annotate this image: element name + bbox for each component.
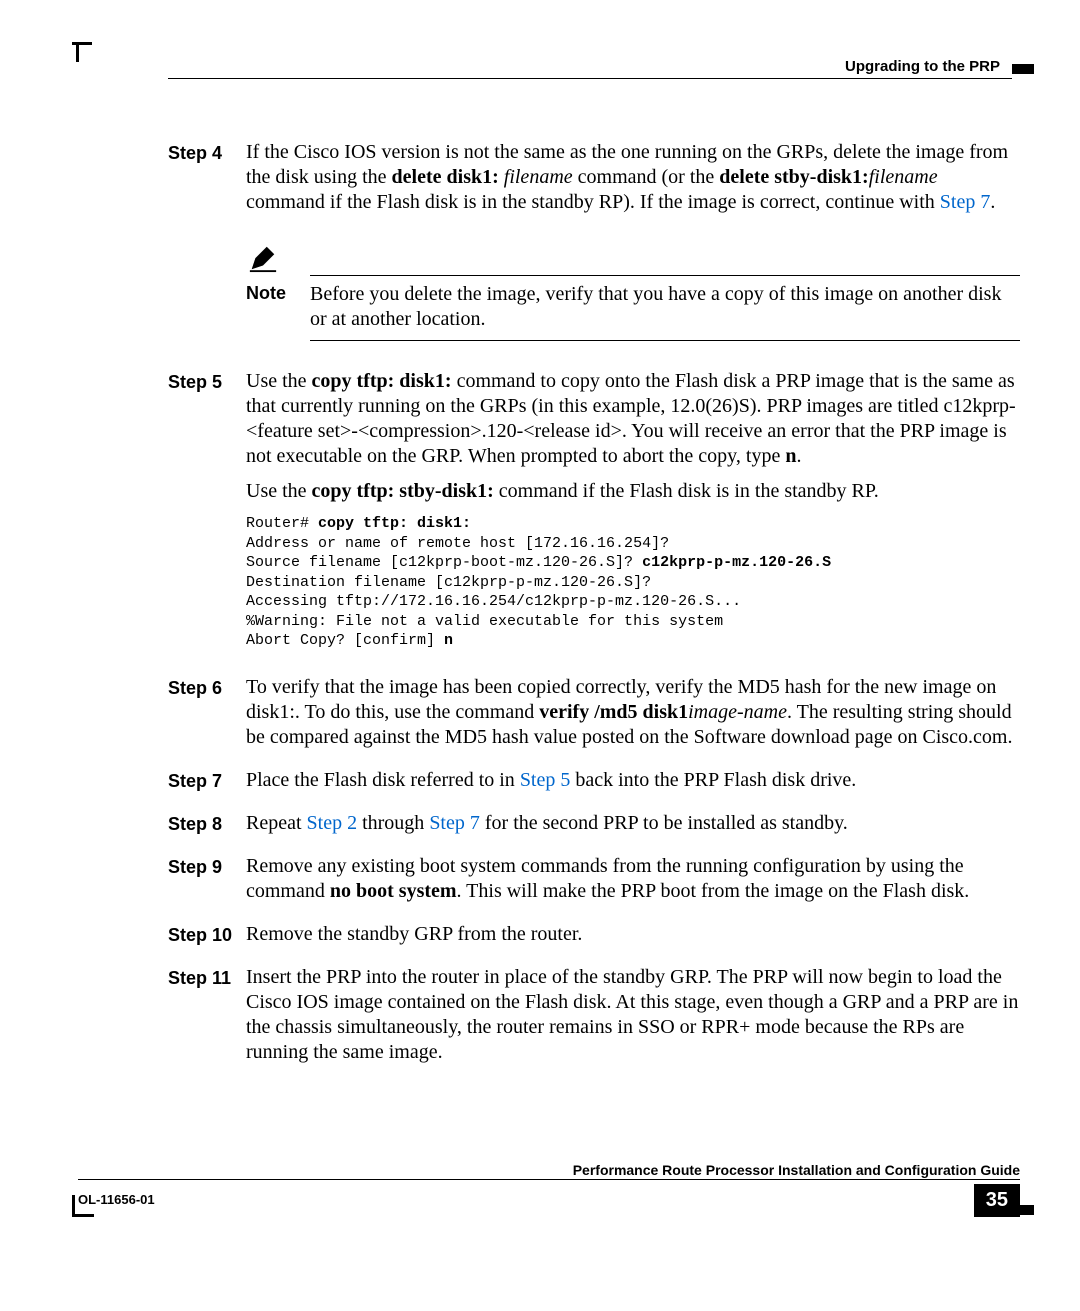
- text: Place the Flash disk referred to in: [246, 769, 520, 791]
- step-label: Step 6: [0, 675, 246, 700]
- cli-input: c12kprp-p-mz.120-26.S: [642, 554, 831, 571]
- note-text: Before you delete the image, verify that…: [310, 282, 1020, 332]
- step-body: If the Cisco IOS version is not the same…: [246, 140, 1020, 225]
- footer: Performance Route Processor Installation…: [78, 1162, 1020, 1218]
- text: command if the Flash disk is in the stan…: [246, 191, 940, 213]
- command: delete stby-disk1:: [719, 166, 868, 188]
- step-body: Place the Flash disk referred to in Step…: [246, 768, 1020, 803]
- step-label: Step 5: [0, 369, 246, 394]
- cli-line: Accessing tftp://172.16.16.254/c12kprp-p…: [246, 593, 741, 610]
- doc-title: Performance Route Processor Installation…: [78, 1162, 1020, 1180]
- step-8: Step 8 Repeat Step 2 through Step 7 for …: [0, 811, 1020, 846]
- header-rule: [168, 78, 1012, 79]
- note-rule: [310, 275, 1020, 276]
- crop-mark: [72, 42, 92, 45]
- step-label: Step 4: [0, 140, 246, 165]
- step-9: Step 9 Remove any existing boot system c…: [0, 854, 1020, 914]
- cli-output: Router# copy tftp: disk1: Address or nam…: [246, 514, 1020, 651]
- step-4: Step 4 If the Cisco IOS version is not t…: [0, 140, 1020, 225]
- pencil-icon: [248, 243, 278, 273]
- cli-input: n: [444, 632, 453, 649]
- command: copy tftp: stby-disk1:: [312, 480, 494, 502]
- text: through: [357, 812, 429, 834]
- cli-line: Abort Copy? [confirm]: [246, 632, 444, 649]
- crop-mark: [72, 1195, 75, 1217]
- page-number: 35: [974, 1184, 1020, 1217]
- doc-id: OL-11656-01: [78, 1192, 155, 1208]
- step-11: Step 11 Insert the PRP into the router i…: [0, 965, 1020, 1075]
- step-body: Remove the standby GRP from the router.: [246, 922, 1020, 957]
- text: back into the PRP Flash disk drive.: [570, 769, 856, 791]
- step-body: To verify that the image has been copied…: [246, 675, 1020, 760]
- command: delete disk1:: [392, 166, 499, 188]
- text: .: [796, 445, 801, 467]
- xref-step-7[interactable]: Step 7: [429, 812, 480, 834]
- step-label: Step 10: [0, 922, 246, 947]
- command: copy tftp: disk1:: [312, 370, 452, 392]
- text: command if the Flash disk is in the stan…: [494, 480, 879, 502]
- cli-line: Destination filename [c12kprp-p-mz.120-2…: [246, 574, 651, 591]
- xref-step-5[interactable]: Step 5: [520, 769, 571, 791]
- step-5: Step 5 Use the copy tftp: disk1: command…: [0, 369, 1020, 667]
- step-body: Remove any existing boot system commands…: [246, 854, 1020, 914]
- text: Repeat: [246, 812, 307, 834]
- step-label: Step 9: [0, 854, 246, 879]
- step-10: Step 10 Remove the standby GRP from the …: [0, 922, 1020, 957]
- step-7: Step 7 Place the Flash disk referred to …: [0, 768, 1020, 803]
- note: Note Before you delete the image, verify…: [246, 243, 1020, 341]
- cli-line: Router#: [246, 515, 318, 532]
- note-rule: [310, 340, 1020, 341]
- variable: filename: [499, 166, 573, 188]
- page: Upgrading to the PRP Step 4 If the Cisco…: [0, 0, 1080, 1311]
- note-label: Note: [246, 282, 310, 305]
- step-label: Step 8: [0, 811, 246, 836]
- running-head: Upgrading to the PRP: [845, 58, 1000, 77]
- crop-mark: [1012, 64, 1034, 74]
- content: Step 4 If the Cisco IOS version is not t…: [0, 140, 1020, 1083]
- step-label: Step 7: [0, 768, 246, 793]
- cli-input: copy tftp: disk1:: [318, 515, 471, 532]
- command: n: [785, 445, 796, 467]
- text: command (or the: [573, 166, 720, 188]
- command: verify /md5 disk1: [539, 701, 688, 723]
- cli-line: Address or name of remote host [172.16.1…: [246, 535, 669, 552]
- step-label: Step 11: [0, 965, 246, 990]
- footer-rule: [78, 1179, 1020, 1180]
- text: Use the: [246, 370, 312, 392]
- step-body: Insert the PRP into the router in place …: [246, 965, 1020, 1075]
- command: no boot system: [330, 880, 457, 902]
- text: Use the: [246, 480, 312, 502]
- step-body: Repeat Step 2 through Step 7 for the sec…: [246, 811, 1020, 846]
- step-body: Use the copy tftp: disk1: command to cop…: [246, 369, 1020, 667]
- cli-line: %Warning: File not a valid executable fo…: [246, 613, 723, 630]
- xref-step-2[interactable]: Step 2: [307, 812, 358, 834]
- variable: image-name: [688, 701, 787, 723]
- xref-step-7[interactable]: Step 7: [940, 191, 991, 213]
- text: for the second PRP to be installed as st…: [480, 812, 848, 834]
- text: Remove the standby GRP from the router.: [246, 922, 1020, 947]
- text: .: [990, 191, 995, 213]
- step-6: Step 6 To verify that the image has been…: [0, 675, 1020, 760]
- text: . This will make the PRP boot from the i…: [457, 880, 970, 902]
- text: Insert the PRP into the router in place …: [246, 965, 1020, 1065]
- crop-mark: [76, 42, 79, 62]
- cli-line: Source filename [c12kprp-boot-mz.120-26.…: [246, 554, 642, 571]
- variable: filename: [869, 166, 938, 188]
